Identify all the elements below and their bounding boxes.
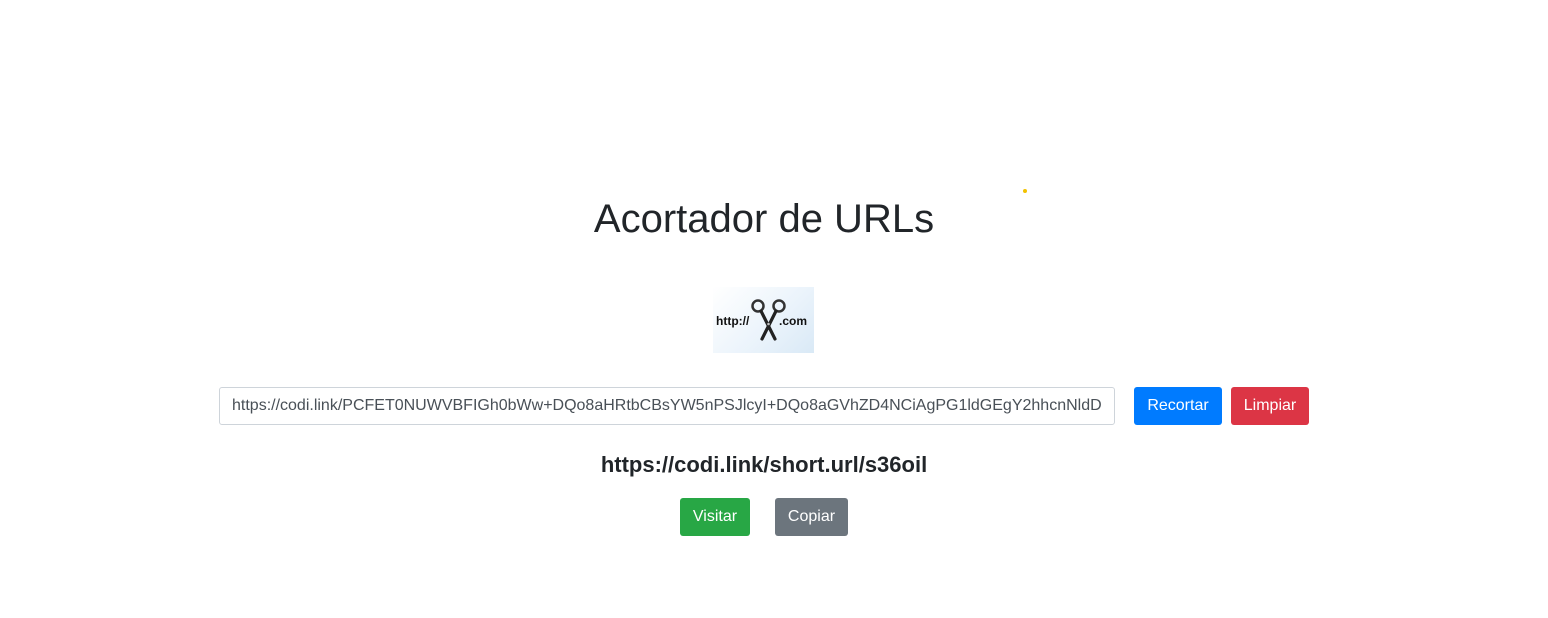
page: Acortador de URLs http:// .com Recortar … xyxy=(0,0,1548,618)
scissors-icon: http:// .com xyxy=(716,299,807,341)
url-input[interactable] xyxy=(219,387,1115,425)
page-title: Acortador de URLs xyxy=(593,197,935,241)
limpiar-button[interactable]: Limpiar xyxy=(1231,387,1309,425)
logo-text-http: http:// xyxy=(716,314,750,328)
recortar-button[interactable]: Recortar xyxy=(1134,387,1222,425)
logo-image: http:// .com xyxy=(713,287,814,353)
visitar-button[interactable]: Visitar xyxy=(680,498,750,536)
copiar-button[interactable]: Copiar xyxy=(775,498,848,536)
logo-text-com: .com xyxy=(779,314,807,328)
short-url-result: https://codi.link/short.url/s36oil xyxy=(600,452,928,477)
decorative-dot xyxy=(1023,189,1027,193)
